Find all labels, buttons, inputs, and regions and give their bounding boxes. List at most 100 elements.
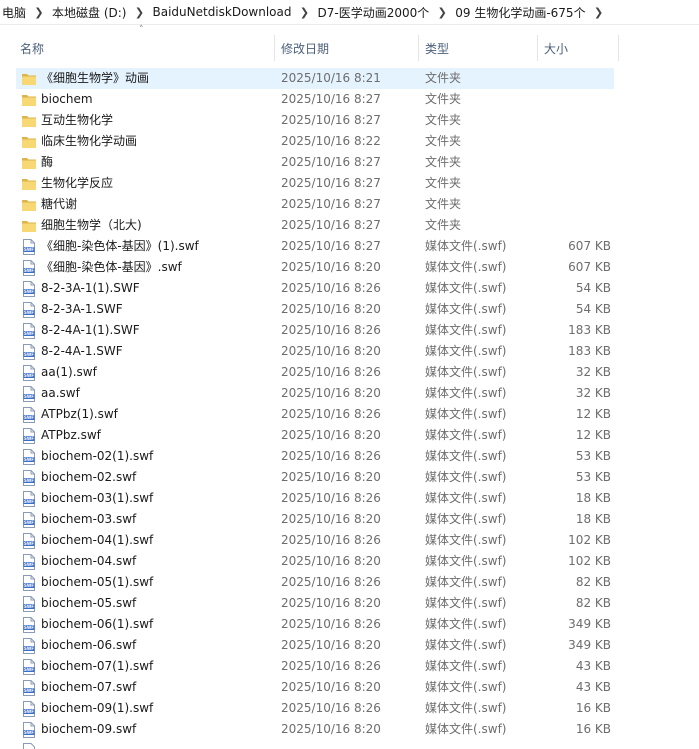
file-name: biochem-09(1).swf	[41, 701, 154, 715]
table-row[interactable]: SWF biochem-09.swf 2025/10/16 8:20 媒体文件(.sw…	[0, 719, 699, 740]
file-size: 18 KB	[575, 491, 611, 505]
file-name: 8-2-3A-1.SWF	[41, 302, 123, 316]
file-size: 18 KB	[575, 512, 611, 526]
breadcrumb-item-computer[interactable]: 电脑	[0, 0, 28, 24]
table-row[interactable]: SWF ATPbz(1).swf 2025/10/16 8:26 媒体文件(.swf)…	[0, 404, 699, 425]
file-type: 媒体文件(.swf)	[425, 407, 507, 421]
breadcrumb-item-download[interactable]: BaiduNetdiskDownload	[150, 0, 293, 24]
table-row[interactable]: SWF ATPbz.swf 2025/10/16 8:20 媒体文件(.swf) 12 …	[0, 425, 699, 446]
svg-text:SWF: SWF	[24, 583, 34, 588]
table-row[interactable]: SWF biochem-07.swf 2025/10/16 8:20 媒体文件(.sw…	[0, 677, 699, 698]
svg-text:SWF: SWF	[24, 352, 34, 357]
table-row[interactable]: SWF biochem-09(1).swf 2025/10/16 8:26 媒体文件(…	[0, 698, 699, 719]
column-name[interactable]: 名称	[14, 33, 276, 63]
file-name: 糖代谢	[41, 197, 78, 211]
breadcrumb-item-d7[interactable]: D7-医学动画2000个	[316, 0, 432, 24]
folder-icon	[21, 89, 37, 110]
table-row[interactable]: SWF biochem-06.swf 2025/10/16 8:20 媒体文件(.sw…	[0, 635, 699, 656]
file-type: 媒体文件(.swf)	[425, 281, 507, 295]
file-type: 媒体文件(.swf)	[425, 701, 507, 715]
swf-file-icon: SWF	[21, 530, 37, 551]
file-modified: 2025/10/16 8:26	[281, 323, 381, 337]
table-row[interactable]: SWF 《细胞-染色体-基因》(1).swf 2025/10/16 8:27 媒体文件…	[0, 236, 699, 257]
table-row[interactable]: 临床生物化学动画 2025/10/16 8:22 文件夹	[0, 131, 699, 152]
file-type: 媒体文件(.swf)	[425, 239, 507, 253]
table-row[interactable]: SWF aa.swf 2025/10/16 8:20 媒体文件(.swf) 32 KB	[0, 383, 699, 404]
column-modified-label: 修改日期	[281, 41, 330, 56]
file-name: biochem-09.swf	[41, 722, 137, 736]
file-size	[540, 131, 611, 152]
table-row[interactable]: SWF biochem-04.swf 2025/10/16 8:20 媒体文件(.sw…	[0, 551, 699, 572]
table-row[interactable]: SWF aa(1).swf 2025/10/16 8:26 媒体文件(.swf) 32 …	[0, 362, 699, 383]
chevron-right-icon[interactable]: ❯	[588, 6, 610, 19]
file-modified: 2025/10/16 8:20	[281, 386, 381, 400]
swf-file-icon: SWF	[21, 467, 37, 488]
table-row[interactable]: SWF biochem-05(1).swf 2025/10/16 8:26 媒体文件(…	[0, 572, 699, 593]
breadcrumb-item-current[interactable]: 09 生物化学动画-675个	[453, 0, 587, 24]
file-name: biochem-04.swf	[41, 554, 137, 568]
file-type: 媒体文件(.swf)	[425, 617, 507, 631]
file-size: 82 KB	[575, 575, 611, 589]
column-modified[interactable]: 修改日期	[275, 33, 418, 63]
table-row[interactable]: SWF biochem-03.swf 2025/10/16 8:20 媒体文件(.sw…	[0, 509, 699, 530]
table-row[interactable]: 酶 2025/10/16 8:27 文件夹	[0, 152, 699, 173]
table-row[interactable]: SWF 《细胞-染色体-基因》.swf 2025/10/16 8:20 媒体文件(.s…	[0, 257, 699, 278]
table-row[interactable]: 生物化学反应 2025/10/16 8:27 文件夹	[0, 173, 699, 194]
swf-file-icon: SWF	[21, 320, 37, 341]
column-type[interactable]: 类型	[419, 33, 537, 63]
file-modified: 2025/10/16 8:26	[281, 701, 381, 715]
file-modified: 2025/10/16 8:26	[281, 449, 381, 463]
table-row[interactable]: SWF biochem-02(1).swf 2025/10/16 8:26 媒体文件(…	[0, 446, 699, 467]
breadcrumb-item-drive[interactable]: 本地磁盘 (D:)	[50, 0, 128, 24]
table-row[interactable]: SWF 8-2-3A-1(1).SWF 2025/10/16 8:26 媒体文件(.s…	[0, 278, 699, 299]
file-explorer-window: 电脑 ❯ 本地磁盘 (D:) ❯ BaiduNetdiskDownload ❯ …	[0, 0, 699, 749]
table-row[interactable]: SWF 8-2-4A-1.SWF 2025/10/16 8:20 媒体文件(.swf)…	[0, 341, 699, 362]
table-row[interactable]: biochem 2025/10/16 8:27 文件夹	[0, 89, 699, 110]
file-modified: 2025/10/16 8:27	[281, 113, 381, 127]
file-modified: 2025/10/16 8:26	[281, 575, 381, 589]
chevron-right-icon[interactable]: ❯	[431, 6, 453, 19]
table-row[interactable]: SWF biochem-06(1).swf 2025/10/16 8:26 媒体文件(…	[0, 614, 699, 635]
table-row[interactable]: SWF biochem-04(1).swf 2025/10/16 8:26 媒体文件(…	[0, 530, 699, 551]
column-size[interactable]: 大小	[538, 33, 618, 63]
table-row[interactable]: SWF 8-2-3A-1.SWF 2025/10/16 8:20 媒体文件(.swf)…	[0, 299, 699, 320]
svg-text:SWF: SWF	[24, 331, 34, 336]
file-type: 文件夹	[425, 134, 462, 148]
table-row[interactable]: 细胞生物学（北大) 2025/10/16 8:27 文件夹	[0, 215, 699, 236]
file-type: 媒体文件(.swf)	[425, 512, 507, 526]
chevron-right-icon[interactable]: ❯	[294, 6, 316, 19]
breadcrumb-label: BaiduNetdiskDownload	[152, 5, 292, 19]
swf-file-icon: SWF	[21, 236, 37, 257]
table-row[interactable]: 《细胞生物学》动画 2025/10/16 8:21 文件夹	[0, 68, 699, 89]
table-row[interactable]: SWF biochem-02.swf 2025/10/16 8:20 媒体文件(.sw…	[0, 467, 699, 488]
svg-text:SWF: SWF	[24, 667, 34, 672]
file-modified: 2025/10/16 8:27	[281, 239, 381, 253]
swf-file-icon: SWF	[21, 572, 37, 593]
file-size: 607 KB	[568, 260, 611, 274]
breadcrumb-label: 电脑	[2, 5, 27, 20]
table-row[interactable]: SWF biochem-07(1).swf 2025/10/16 8:26 媒体文件(…	[0, 656, 699, 677]
file-modified: 2025/10/16 8:22	[281, 134, 381, 148]
swf-file-icon: SWF	[21, 593, 37, 614]
column-divider[interactable]	[618, 35, 619, 61]
swf-file-icon: SWF	[21, 446, 37, 467]
file-name: biochem-05(1).swf	[41, 575, 154, 589]
file-type: 媒体文件(.swf)	[425, 491, 507, 505]
swf-file-icon: SWF	[21, 404, 37, 425]
svg-text:SWF: SWF	[24, 373, 34, 378]
file-name: ATPbz(1).swf	[41, 407, 118, 421]
file-size	[540, 110, 611, 131]
file-type: 媒体文件(.swf)	[425, 638, 507, 652]
file-size: 12 KB	[575, 407, 611, 421]
file-type: 媒体文件(.swf)	[425, 554, 507, 568]
table-row[interactable]: SWF 8-2-4A-1(1).SWF 2025/10/16 8:26 媒体文件(.s…	[0, 320, 699, 341]
table-row[interactable]: 互动生物化学 2025/10/16 8:27 文件夹	[0, 110, 699, 131]
chevron-right-icon[interactable]: ❯	[28, 6, 50, 19]
svg-text:SWF: SWF	[24, 604, 34, 609]
table-row[interactable]: SWF biochem-05.swf 2025/10/16 8:20 媒体文件(.sw…	[0, 593, 699, 614]
chevron-right-icon[interactable]: ❯	[128, 6, 150, 19]
table-row[interactable]: 糖代谢 2025/10/16 8:27 文件夹	[0, 194, 699, 215]
file-modified: 2025/10/16 8:27	[281, 218, 381, 232]
file-size: 102 KB	[568, 554, 611, 568]
table-row[interactable]: SWF biochem-03(1).swf 2025/10/16 8:26 媒体文件(…	[0, 488, 699, 509]
